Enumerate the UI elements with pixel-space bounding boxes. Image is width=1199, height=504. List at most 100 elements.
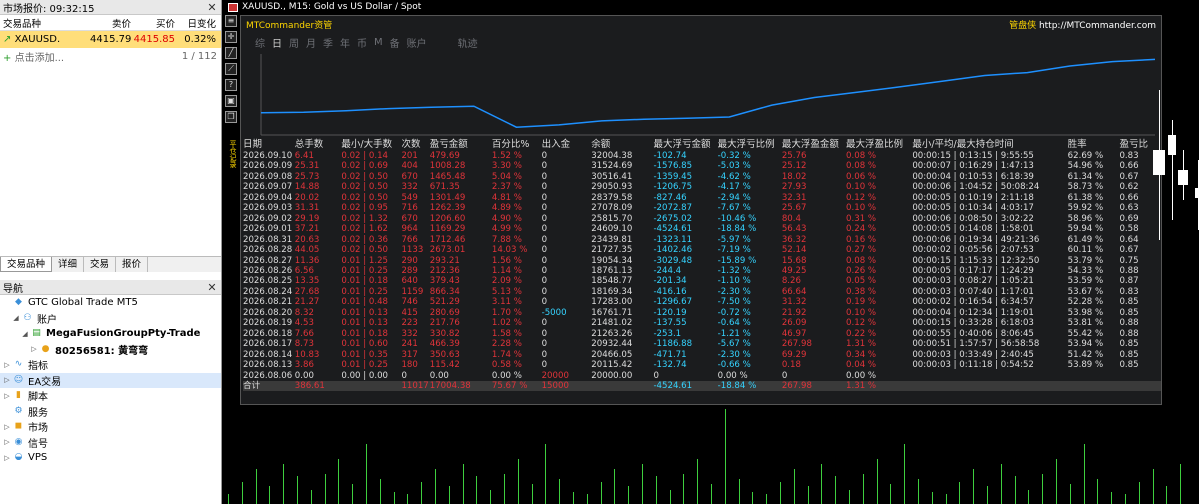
nav-item-label: 脚本 xyxy=(28,392,48,404)
table-cell: 0.00 xyxy=(429,370,449,381)
table-cell: 75.67 % xyxy=(491,380,528,391)
table-cell: -201.34 xyxy=(653,276,687,287)
nav-item[interactable]: ▷ ∿ 指标 xyxy=(0,357,221,373)
col-symbol-header[interactable]: 交易品种 xyxy=(0,16,90,30)
table-cell: 670 xyxy=(401,171,418,182)
nav-item[interactable]: ▷ ◒ VPS xyxy=(0,450,221,466)
table-cell: 58.96 % xyxy=(1067,213,1104,224)
trendline-icon[interactable]: ⟋ xyxy=(225,63,237,75)
chart-window[interactable]: XAUUSD., M15: Gold vs US Dollar / Spot ≡… xyxy=(223,0,1199,504)
volume-bar xyxy=(655,476,657,504)
nav-item[interactable]: ◢ ▤ MegaFusionGroupPty-Trade xyxy=(0,326,221,342)
nav-item[interactable]: ◢ ⚇ 账户 xyxy=(0,311,221,327)
table-cell: 0 xyxy=(541,192,548,203)
table-cell: 0 xyxy=(541,171,548,182)
table-cell: -1359.45 xyxy=(653,171,693,182)
table-cell: 20000 xyxy=(541,370,569,381)
table-cell: 25.67 xyxy=(781,203,807,214)
tab-details[interactable]: 详细 xyxy=(52,257,85,272)
expand-arrow-icon[interactable]: ▷ xyxy=(3,438,11,446)
close-icon[interactable]: ✕ xyxy=(206,281,218,294)
tab-symbols[interactable]: 交易品种 xyxy=(0,257,53,272)
nav-item[interactable]: ▷ ◉ 信号 xyxy=(0,435,221,451)
add-symbol-row[interactable]: + 点击添加... 1 / 112 xyxy=(0,48,221,65)
table-cell: 19054.34 xyxy=(591,255,633,266)
table-cell: 479.69 xyxy=(429,151,460,161)
table-cell: 0.83 xyxy=(1119,286,1139,297)
table-cell: 2026.08.26 xyxy=(243,265,293,276)
expand-arrow-icon[interactable]: ▷ xyxy=(3,392,11,400)
table-cell: 0.18 xyxy=(781,360,801,371)
panel-tabs: 综日周月季年币 M 备账户 轨迹 xyxy=(241,33,1161,51)
table-cell: 00:00:15 | 0:13:15 | 9:55:55 xyxy=(912,151,1034,161)
panel-tab[interactable]: 周 xyxy=(289,35,299,50)
close-icon[interactable]: ✕ xyxy=(206,1,218,14)
table-cell: 61.49 % xyxy=(1067,234,1104,245)
panel-tab[interactable]: 账户 xyxy=(407,35,427,50)
nav-item[interactable]: ▷ ● 80256581: 黄弯弯 xyxy=(0,342,221,358)
volume-bar xyxy=(1083,444,1085,504)
table-cell: -2072.87 xyxy=(653,203,693,214)
panel-tab[interactable]: M xyxy=(374,37,383,48)
panel-tab[interactable]: 备 xyxy=(390,35,400,50)
window-icon[interactable]: ❐ xyxy=(225,111,237,123)
table-cell: 0.85 xyxy=(1119,339,1139,350)
table-cell: -1.10 % xyxy=(717,276,751,287)
volume-bar xyxy=(462,464,464,504)
panel-tab[interactable]: 币 xyxy=(357,35,367,50)
nav-item[interactable]: ◆ GTC Global Trade MT5 xyxy=(0,295,221,311)
table-cell: 5.04 % xyxy=(491,171,522,182)
panel-tab[interactable]: 综 xyxy=(255,35,265,50)
market-row-xauusd[interactable]: ↗ XAUUSD. 4415.79 4415.85 0.32% xyxy=(0,31,221,48)
volume-bar xyxy=(835,476,837,504)
panel-tab[interactable]: 年 xyxy=(340,35,350,50)
table-cell: 330.82 xyxy=(429,328,460,339)
table-cell: 0.88 xyxy=(1119,318,1139,329)
nav-item[interactable]: ▷ ▮ 脚本 xyxy=(0,388,221,404)
expand-arrow-icon[interactable]: ▷ xyxy=(3,423,11,431)
expand-arrow-icon[interactable]: ◢ xyxy=(12,314,20,322)
tab-ticks[interactable]: 报价 xyxy=(116,257,149,272)
nav-item[interactable]: ▷ ◼ 市场 xyxy=(0,419,221,435)
column-header: 百分比% xyxy=(491,139,530,150)
column-header: 日期 xyxy=(243,139,263,150)
table-cell: 52.14 xyxy=(781,245,807,256)
chart-title-bar: XAUUSD., M15: Gold vs US Dollar / Spot xyxy=(223,0,1199,14)
screenshot-icon[interactable]: ▣ xyxy=(225,95,237,107)
col-change-header[interactable]: 日变化 xyxy=(177,16,219,30)
table-cell: 0.10 % xyxy=(846,307,877,318)
expand-arrow-icon[interactable]: ▷ xyxy=(3,361,11,369)
table-cell: 1.31 % xyxy=(846,339,877,350)
menu-icon[interactable]: ≡ xyxy=(225,15,237,27)
nav-item[interactable]: ⚙ 服务 xyxy=(0,404,221,420)
table-cell: 53.81 % xyxy=(1067,318,1104,329)
volume-bar xyxy=(628,486,630,504)
brand-url[interactable]: http://MTCommander.com xyxy=(1036,21,1156,31)
column-header: 盈亏金额 xyxy=(429,139,468,150)
expand-arrow-icon[interactable]: ▷ xyxy=(3,454,11,462)
col-ask-header[interactable]: 买价 xyxy=(131,16,177,30)
panel-tab[interactable]: 月 xyxy=(306,35,316,50)
table-cell: 866.34 xyxy=(429,286,460,297)
table-cell: -1296.67 xyxy=(653,297,693,308)
table-cell: -1402.46 xyxy=(653,245,693,256)
panel-tab[interactable]: 轨迹 xyxy=(458,35,478,50)
table-row: 2026.09.03 31.31 0.02 | 0.95 716 1262.39 4.89… xyxy=(243,203,1161,213)
table-row: 2026.09.04 20.02 0.02 | 0.50 549 1301.49 4.81… xyxy=(243,193,1161,203)
col-bid-header[interactable]: 卖价 xyxy=(90,16,131,30)
table-cell: 0.08 % xyxy=(846,255,877,266)
crosshair-icon[interactable]: ✛ xyxy=(225,31,237,43)
expand-arrow-icon[interactable]: ▷ xyxy=(30,345,38,353)
table-cell: -244.4 xyxy=(653,265,682,276)
total-row: 合计 386.61 11017 17004.38 75.67 % 15000 -4524.6… xyxy=(243,380,1161,392)
panel-tab[interactable]: 季 xyxy=(323,35,333,50)
expand-arrow-icon[interactable]: ▷ xyxy=(3,376,11,384)
volume-bar xyxy=(573,492,574,504)
tab-trading[interactable]: 交易 xyxy=(84,257,117,272)
panel-tab[interactable]: 日 xyxy=(272,35,282,50)
line-tool-icon[interactable]: ╱ xyxy=(225,47,237,59)
volume-bar xyxy=(1056,459,1057,504)
expand-arrow-icon[interactable]: ◢ xyxy=(21,330,29,338)
nav-item[interactable]: ▷ ☺ EA交易 xyxy=(0,372,221,388)
help-icon[interactable]: ? xyxy=(225,79,237,91)
